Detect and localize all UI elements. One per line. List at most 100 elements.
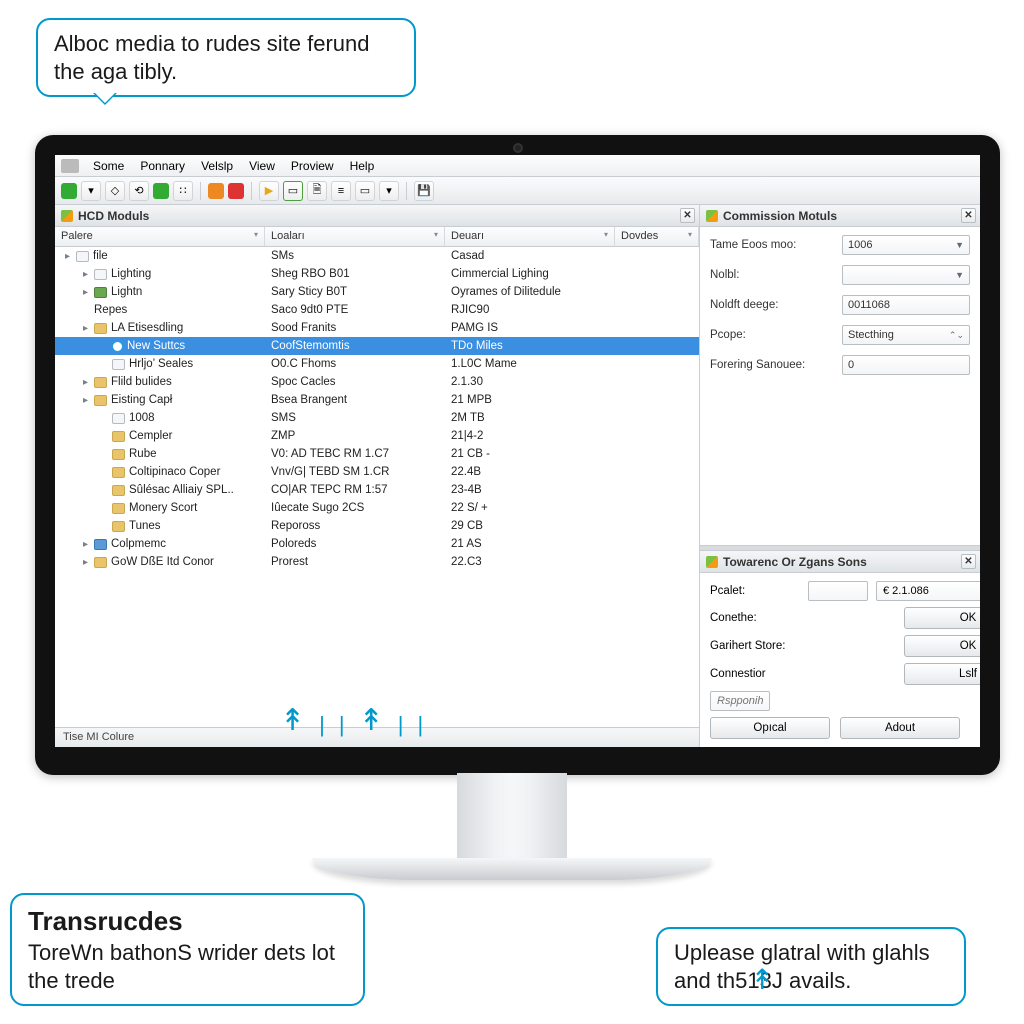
table-row[interactable]: ▸Eisting CapłBsea Brangent21 MPB (55, 391, 699, 409)
field-value: Stecthing (848, 329, 894, 341)
properties-form: Tame Eoos moo:1006▼Nolbl:▼Noldft deege:0… (700, 227, 980, 545)
chevron-down-icon: ▼ (955, 270, 964, 280)
toolbar-button[interactable]: ▭ (283, 181, 303, 201)
disclosure-arrow-icon[interactable]: ▸ (81, 323, 90, 334)
table-row[interactable]: Monery ScortIûecate Sugo 2CS22 S/ + (55, 499, 699, 517)
ok-button[interactable]: OK (904, 635, 980, 657)
table-row[interactable]: RubeV0: AD TEBC RM 1.C721 CB - (55, 445, 699, 463)
folder-icon (94, 323, 107, 334)
close-icon[interactable]: ✕ (961, 554, 976, 569)
close-icon[interactable]: ✕ (680, 208, 695, 223)
tree-body[interactable]: ▸fileSMsCasad▸LightingSheg RBO B01Cimmer… (55, 247, 699, 727)
disclosure-arrow-icon[interactable]: ▸ (81, 287, 90, 298)
toolbar-button[interactable]: ◇ (105, 181, 125, 201)
disclosure-arrow-icon[interactable]: ▸ (81, 557, 90, 568)
close-icon[interactable]: ✕ (961, 208, 976, 223)
column-header[interactable]: Loaları (265, 227, 445, 246)
toolbar-swatch-icon[interactable] (228, 183, 244, 199)
cell: 22.C3 (445, 556, 615, 568)
table-row[interactable]: ▸ColpmemcPoloreds21 AS (55, 535, 699, 553)
toolbar-button[interactable]: ∷ (173, 181, 193, 201)
menu-item[interactable]: Proview (283, 159, 342, 173)
toolbar-button[interactable]: 🗎 (307, 181, 327, 201)
row-name: Hrljo’ Seales (129, 358, 193, 370)
field-value: 1006 (848, 239, 872, 251)
toolbar-play-icon[interactable]: ▶ (259, 181, 279, 201)
cell: 21 MPB (445, 394, 615, 406)
cell: Saco 9dt0 PTE (265, 304, 445, 316)
cell: Bsea Brangent (265, 394, 445, 406)
table-row[interactable]: ▸Flild bulidesSpoc Cacles2.1.30 (55, 373, 699, 391)
reported-input[interactable] (710, 691, 770, 711)
table-row[interactable]: ▸LA EtisesdlingSood FranitsPAMG IS (55, 319, 699, 337)
field-label: Noldft deege: (710, 299, 842, 311)
cell: 21 CB - (445, 448, 615, 460)
column-headers: Palere Loaları Deuarı Dovdes (55, 227, 699, 247)
table-row[interactable]: Coltipinaco CoperVnv/G| TEBD SM 1.CR22.4… (55, 463, 699, 481)
table-row[interactable]: ▸GoW DßE Itd ConorProrest22.C3 (55, 553, 699, 571)
shield-icon (706, 210, 718, 222)
shield-icon (61, 210, 73, 222)
table-row[interactable]: ▸ file SMsCasad (55, 247, 699, 265)
folder-icon (94, 395, 107, 406)
table-row[interactable]: Sûlésac Alliaiy SPL..CO|AR TEPC RM 1:572… (55, 481, 699, 499)
table-row[interactable]: Hrljo’ SealesO0.C Fhoms1.L0C Mame (55, 355, 699, 373)
toolbar-button[interactable]: ▭ (355, 181, 375, 201)
monitor-frame: Some Ponnary Velslp View Proview Help ▾ … (35, 135, 1000, 775)
table-row[interactable]: 1008SMS2M TB (55, 409, 699, 427)
table-row[interactable]: TunesRepoross29 CB (55, 517, 699, 535)
cell: Poloreds (265, 538, 445, 550)
left-panel-title: HCD Moduls (78, 209, 149, 223)
toolbar-button[interactable]: ▾ (379, 181, 399, 201)
row-name: file (93, 250, 108, 262)
toolbar-button[interactable]: ⟲ (129, 181, 149, 201)
dropdown[interactable]: 1006▼ (842, 235, 970, 255)
toolbar-button[interactable]: ▾ (81, 181, 101, 201)
table-row[interactable]: CemplerZMP21|4-2 (55, 427, 699, 445)
text-field[interactable]: 0 (842, 355, 970, 375)
toolbar-swatch-icon[interactable] (153, 183, 169, 199)
disclosure-arrow-icon[interactable]: ▸ (81, 377, 90, 388)
column-header[interactable]: Deuarı (445, 227, 615, 246)
menu-item[interactable]: Help (342, 159, 383, 173)
text-field[interactable]: Stecthing ⌃⌄ (842, 325, 970, 345)
adout-button[interactable]: Adout (840, 717, 960, 739)
opical-button[interactable]: Opıcal (710, 717, 830, 739)
column-header[interactable]: Dovdes (615, 227, 699, 246)
menu-item[interactable]: Velslp (193, 159, 241, 173)
cell: O0.C Fhoms (265, 358, 445, 370)
disclosure-arrow-icon[interactable]: ▸ (81, 539, 90, 550)
menu-item[interactable]: Some (85, 159, 132, 173)
cell: SMs (265, 250, 445, 262)
workspace: HCD Moduls ✕ Palere Loaları Deuarı Dovde… (55, 205, 980, 747)
table-row[interactable]: ▸LightingSheg RBO B01Cimmercial Lighing (55, 265, 699, 283)
dropdown[interactable]: ▼ (842, 265, 970, 285)
pcalet-small-input[interactable] (808, 581, 868, 601)
app-logo-icon (61, 159, 79, 173)
toolbar-save-icon[interactable]: 💾 (414, 181, 434, 201)
field-label: Forering Sanouee: (710, 359, 842, 371)
cell: SMS (265, 412, 445, 424)
table-row[interactable]: ▸LightnSary Sticy B0TOyrames of Dilitedu… (55, 283, 699, 301)
cell: Casad (445, 250, 615, 262)
menu-item[interactable]: View (241, 159, 283, 173)
disclosure-arrow-icon[interactable]: ▸ (81, 269, 90, 280)
text-field[interactable]: 0011068 (842, 295, 970, 315)
option-label: Conethe: (710, 612, 800, 624)
lslf-button[interactable]: Lslf (904, 663, 980, 685)
toolbar-button[interactable]: ≡ (331, 181, 351, 201)
pcalet-input[interactable] (876, 581, 980, 601)
table-row[interactable]: New SuttcsCoofStemomtisTDo Miles (55, 337, 699, 355)
menu-item[interactable]: Ponnary (132, 159, 193, 173)
toolbar: ▾ ◇ ⟲ ∷ ▶ ▭ 🗎 ≡ ▭ ▾ 💾 (55, 177, 980, 205)
stepper-icon[interactable]: ⌃⌄ (949, 330, 964, 341)
right-panel-header: Commission Motuls ✕ (700, 205, 980, 227)
disclosure-arrow-icon[interactable]: ▸ (63, 251, 72, 262)
ok-button[interactable]: OK (904, 607, 980, 629)
folder-icon (94, 377, 107, 388)
toolbar-swatch-icon[interactable] (61, 183, 77, 199)
table-row[interactable]: RepesSaco 9dt0 PTERJIC90 (55, 301, 699, 319)
column-header[interactable]: Palere (55, 227, 265, 246)
toolbar-swatch-icon[interactable] (208, 183, 224, 199)
disclosure-arrow-icon[interactable]: ▸ (81, 395, 90, 406)
